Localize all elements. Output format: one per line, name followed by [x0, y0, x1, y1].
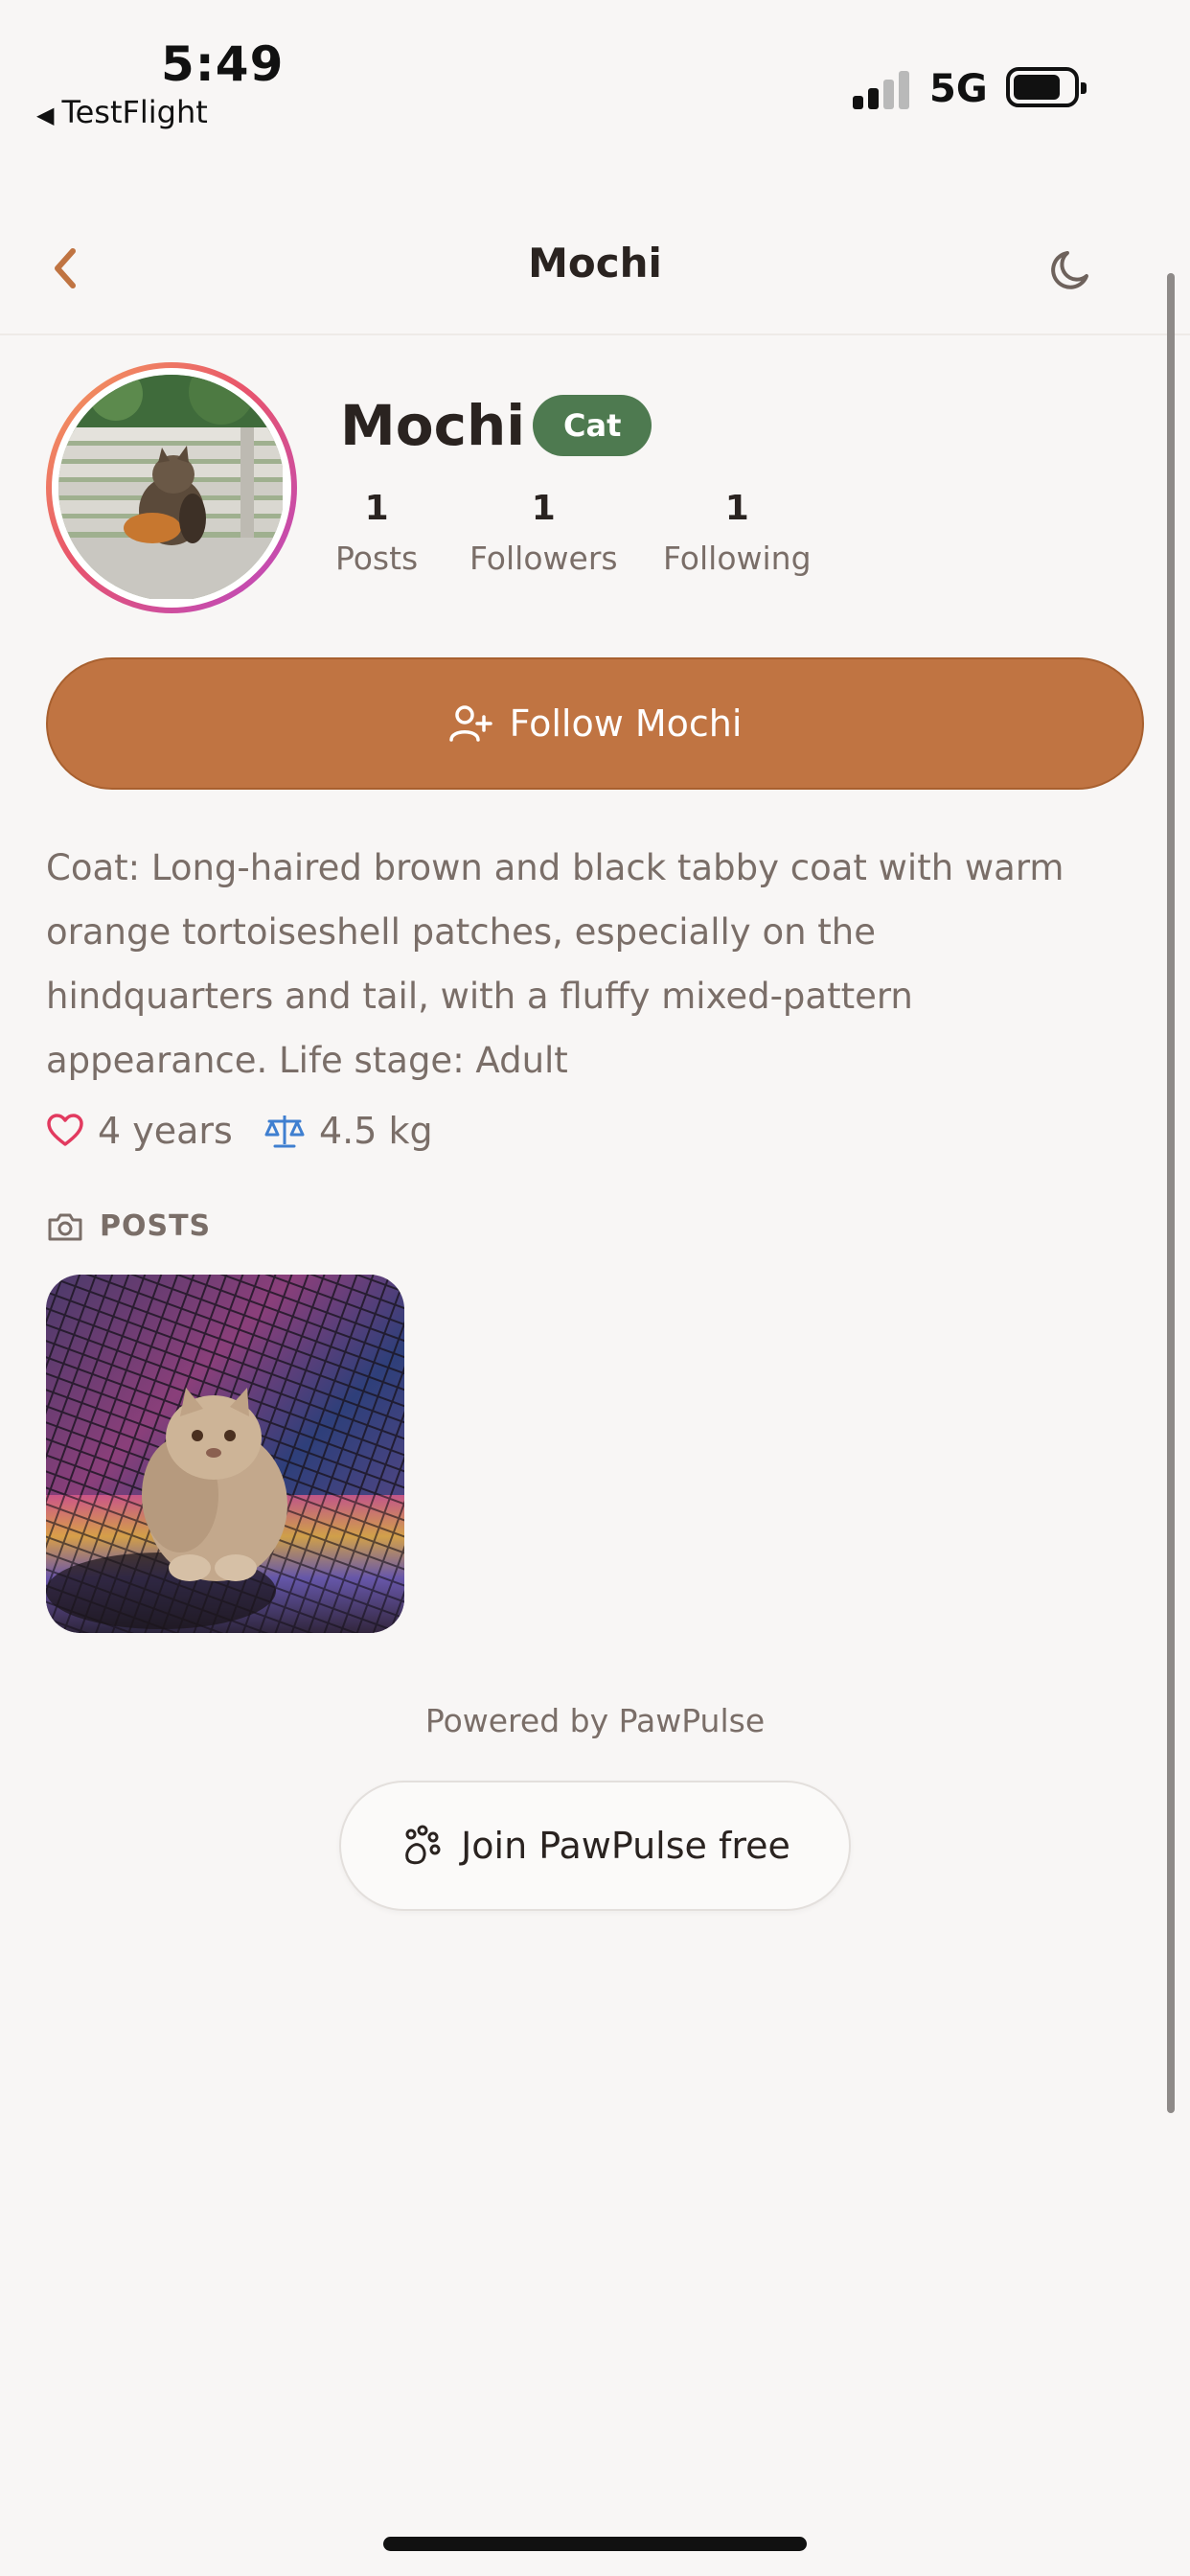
species-badge: Cat: [533, 395, 652, 456]
pet-bio: Coat: Long-haired brown and black tabby …: [46, 836, 1148, 1092]
join-pawpulse-button[interactable]: Join PawPulse free: [339, 1781, 851, 1911]
signal-icon: [853, 69, 912, 109]
age-info: 4 years: [46, 1110, 233, 1152]
status-time: 5:49: [161, 36, 285, 92]
weight-text: 4.5 kg: [319, 1110, 433, 1152]
stat-following-count: 1: [724, 489, 749, 528]
heart-icon: [47, 1114, 83, 1146]
back-to-app-link[interactable]: ◀ TestFlight: [36, 94, 208, 130]
posts-section-title: POSTS: [100, 1209, 212, 1243]
status-bar: 5:49 ◀ TestFlight 5G: [0, 0, 1190, 153]
back-triangle-icon: ◀: [36, 102, 55, 128]
paw-icon: [405, 1825, 441, 1865]
bio-line: appearance. Life stage: Adult: [46, 1040, 568, 1081]
scrollbar[interactable]: [1167, 273, 1175, 2113]
battery-icon: [1006, 67, 1087, 107]
stat-followers-count: 1: [531, 489, 556, 528]
follow-button-label: Follow Mochi: [509, 702, 743, 745]
stat-posts-count: 1: [364, 489, 389, 528]
camera-icon: [48, 1213, 82, 1240]
post-thumbnail[interactable]: [46, 1275, 404, 1633]
post-photo: [46, 1275, 404, 1633]
follow-button[interactable]: Follow Mochi: [46, 657, 1144, 790]
weight-info: 4.5 kg: [263, 1110, 433, 1152]
home-indicator[interactable]: [383, 2537, 807, 2551]
bio-line: orange tortoiseshell patches, especially…: [46, 911, 877, 953]
stat-followers[interactable]: 1 Followers: [469, 489, 618, 577]
nav-bar: Mochi: [0, 211, 1190, 335]
profile-name: Mochi: [340, 393, 526, 458]
stat-posts-label: Posts: [335, 540, 419, 577]
stat-posts[interactable]: 1 Posts: [335, 489, 418, 577]
stat-following[interactable]: 1 Following: [663, 489, 812, 577]
bio-line: hindquarters and tail, with a fluffy mix…: [46, 976, 913, 1017]
powered-by-text: Powered by PawPulse: [424, 1702, 766, 1739]
back-app-label: TestFlight: [61, 94, 208, 130]
user-plus-icon: [448, 705, 492, 742]
posts-section-header: POSTS: [46, 1209, 211, 1243]
stat-followers-label: Followers: [469, 540, 618, 577]
age-text: 4 years: [98, 1110, 233, 1152]
scale-icon: [264, 1116, 305, 1148]
moon-icon: [1051, 251, 1088, 289]
avatar[interactable]: [46, 362, 297, 613]
avatar-photo: [58, 375, 283, 599]
page-title: Mochi: [528, 240, 662, 287]
bio-line: Coat: Long-haired brown and black tabby …: [46, 847, 1064, 888]
join-button-label: Join PawPulse free: [461, 1825, 790, 1867]
network-type: 5G: [929, 67, 988, 111]
stat-following-label: Following: [663, 540, 812, 577]
theme-toggle-button[interactable]: [1044, 243, 1098, 297]
